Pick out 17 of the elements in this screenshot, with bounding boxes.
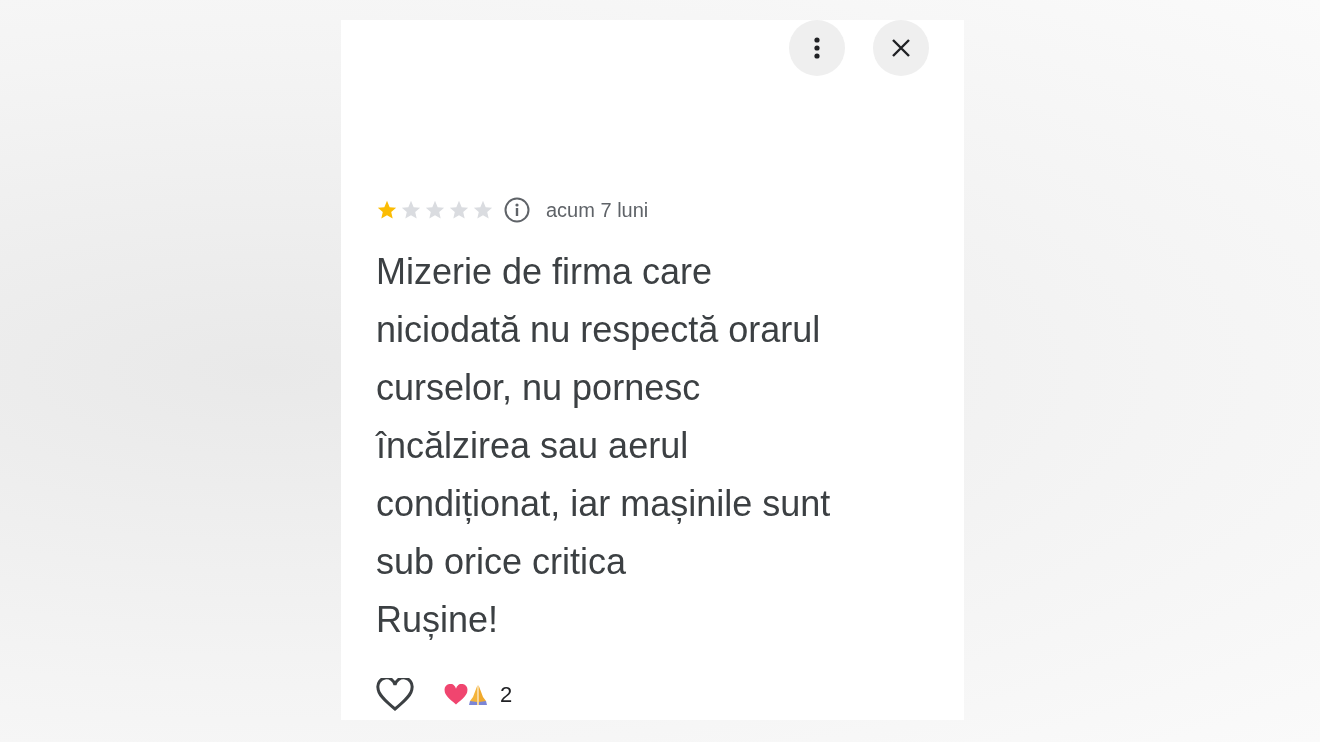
review-text: Mizerie de firma care niciodată nu respectă orarul curselor, nu pornesc încălzirea sau aerul condiționat, iar mașinile sunt sub orice critica Rușine! — [376, 250, 832, 642]
praying-hands-icon — [468, 683, 488, 707]
star-icon — [400, 199, 422, 221]
like-button[interactable] — [376, 678, 414, 712]
reaction-count: 2 — [500, 682, 513, 708]
star-icon — [424, 199, 446, 221]
close-button[interactable] — [873, 20, 929, 76]
review-time: acum 7 luni — [546, 198, 649, 222]
info-icon — [504, 197, 530, 223]
star-icon — [448, 199, 470, 221]
heart-icon — [444, 684, 468, 706]
star-icon — [376, 199, 398, 221]
star-icon — [472, 199, 494, 221]
more-button[interactable] — [789, 20, 845, 76]
close-icon — [892, 39, 910, 57]
more-icon — [814, 37, 820, 59]
heart-icon — [376, 678, 414, 712]
